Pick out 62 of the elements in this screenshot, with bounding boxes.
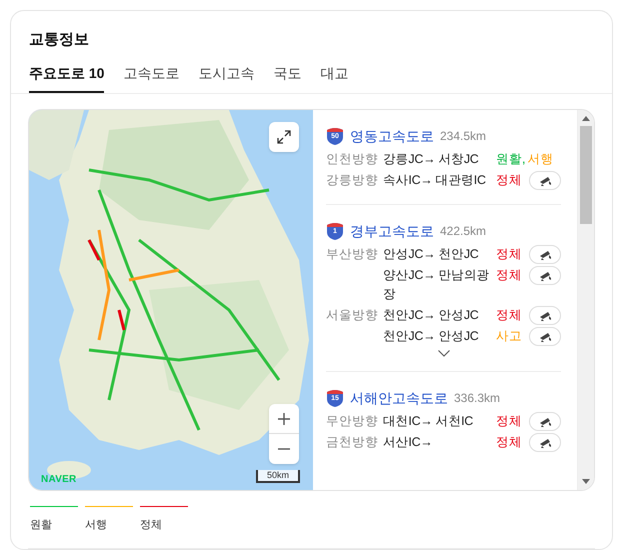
plus-icon <box>278 412 290 424</box>
fullscreen-button[interactable] <box>269 122 299 152</box>
route-section: 서산IC→ <box>383 433 496 452</box>
road-name-link[interactable]: 서해안고속도로 <box>350 388 448 406</box>
traffic-status: 정체 <box>496 413 522 430</box>
tab[interactable]: 주요도로 10 <box>29 64 104 93</box>
traffic-status: 정체 <box>496 172 522 189</box>
chevron-down-icon[interactable] <box>438 350 450 357</box>
tab[interactable]: 국도 <box>273 64 302 93</box>
route-section: 강릉JC→ 서창JC <box>383 150 496 169</box>
expand-icon <box>277 130 291 144</box>
road-name-link[interactable]: 경부고속도로 <box>350 222 434 240</box>
direction-label: 부산방향 <box>326 246 379 263</box>
route-section: 천안JC→ 안성JC <box>383 327 496 346</box>
camera-icon <box>538 176 552 186</box>
map-scale: 50km <box>256 470 300 483</box>
legend-label: 원활 <box>30 519 52 531</box>
tab[interactable]: 고속도로 <box>123 64 180 93</box>
direction-label: 서울방향 <box>326 307 379 324</box>
tab[interactable]: 도시고속 <box>198 64 254 93</box>
road-length: 336.3km <box>454 390 500 406</box>
direction-label: 금천방향 <box>326 434 379 451</box>
road-name-link[interactable]: 영동고속도로 <box>350 126 434 144</box>
scrollbar[interactable] <box>577 110 594 490</box>
camera-icon <box>538 416 552 426</box>
traffic-status: 서행 <box>527 151 554 168</box>
camera-icon <box>538 332 552 342</box>
camera-icon <box>538 438 552 448</box>
traffic-status: 정체 <box>496 434 522 451</box>
road-length: 234.5km <box>440 128 486 144</box>
camera-icon <box>538 270 552 280</box>
legend-label: 서행 <box>85 519 107 531</box>
scroll-thumb[interactable] <box>580 126 592 224</box>
route-section: 대천IC→ 서천IC <box>383 412 496 431</box>
road-length: 422.5km <box>440 222 486 240</box>
traffic-status: 원활, <box>496 151 526 168</box>
cctv-button[interactable] <box>529 306 561 325</box>
direction-label: 강릉방향 <box>326 172 379 189</box>
route-section: 속사IC→ 대관령IC <box>383 171 496 190</box>
cctv-button[interactable] <box>529 412 561 431</box>
route-section: 안성JC→ 천안JC <box>383 245 496 264</box>
traffic-status: 정체 <box>496 246 522 263</box>
camera-icon <box>538 250 552 260</box>
direction-label: 인천방향 <box>326 151 379 168</box>
naver-logo: NAVER <box>41 474 77 486</box>
route-section: 천안JC→ 안성JC <box>383 306 496 325</box>
traffic-status: 사고 <box>496 328 522 345</box>
cctv-button[interactable] <box>529 327 561 346</box>
cctv-button[interactable] <box>529 266 561 285</box>
traffic-status: 정체 <box>496 267 522 284</box>
cctv-button[interactable] <box>529 245 561 264</box>
legend-label: 정체 <box>140 519 162 531</box>
tab[interactable]: 대교 <box>320 64 348 93</box>
scroll-up-icon[interactable] <box>582 116 590 121</box>
route-section: 양산JC→ 만남의광장 <box>383 266 496 304</box>
cctv-button[interactable] <box>529 171 561 190</box>
direction-label: 무안방향 <box>326 413 379 430</box>
panel-title: 교통정보 <box>28 30 90 50</box>
cctv-button[interactable] <box>529 433 561 452</box>
camera-icon <box>538 310 552 320</box>
scroll-down-icon[interactable] <box>582 479 590 484</box>
traffic-status: 정체 <box>496 307 522 324</box>
